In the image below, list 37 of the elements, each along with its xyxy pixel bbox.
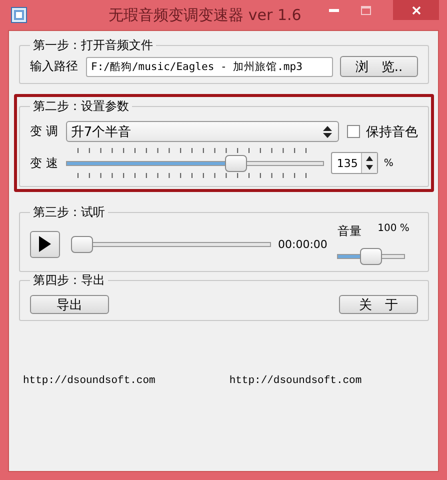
close-button[interactable] (393, 0, 439, 20)
website-text: http://dsoundsoft.com (23, 375, 156, 387)
app-icon (11, 7, 27, 23)
up-down-arrows-icon (323, 126, 332, 138)
time-label: 00:00:00 (278, 238, 328, 250)
group-title: 第四步：导出 (32, 272, 106, 289)
maximize-icon[interactable] (361, 6, 371, 14)
close-icon (412, 6, 420, 14)
pitch-dropdown[interactable]: 升7个半音 (66, 121, 339, 142)
slider-thumb[interactable] (71, 236, 93, 252)
export-button[interactable]: 导出 (30, 295, 109, 314)
slider-thumb[interactable] (360, 248, 382, 265)
path-field[interactable]: F:/酷狗/music/Eagles - 加州旅馆.mp3 (86, 56, 333, 76)
group-title: 第一步：打开音频文件 (32, 37, 154, 54)
minimize-icon[interactable] (329, 8, 339, 12)
website-text: http://dsoundsoft.com (229, 375, 362, 387)
percent-label: % (384, 158, 394, 168)
play-button[interactable] (30, 230, 60, 258)
speed-label: 变 速 (30, 154, 58, 172)
volume-value: 100 % (378, 223, 410, 236)
checkbox[interactable] (347, 125, 360, 138)
pitch-label: 变 调 (30, 123, 58, 140)
speed-slider[interactable] (66, 154, 324, 172)
group-title: 第三步：试听 (32, 204, 106, 221)
volume-label: 音量 (337, 223, 362, 240)
group-title: 第二步：设置参数 (32, 98, 130, 115)
speed-spinbox[interactable]: 135 (330, 152, 378, 174)
volume-slider[interactable] (337, 248, 406, 265)
keep-timbre-label: 保持音色 (366, 124, 418, 140)
play-icon (39, 236, 51, 252)
about-button[interactable]: 关 于 (339, 295, 418, 314)
window-title: 无瑕音频变调变速器 ver 1.6 (108, 6, 302, 24)
slider-thumb[interactable] (225, 154, 248, 172)
up-down-arrows-icon[interactable] (364, 154, 374, 172)
browse-button[interactable]: 浏 览.. (340, 56, 418, 77)
position-slider[interactable] (71, 236, 271, 252)
path-label: 输入路径 (30, 58, 78, 75)
